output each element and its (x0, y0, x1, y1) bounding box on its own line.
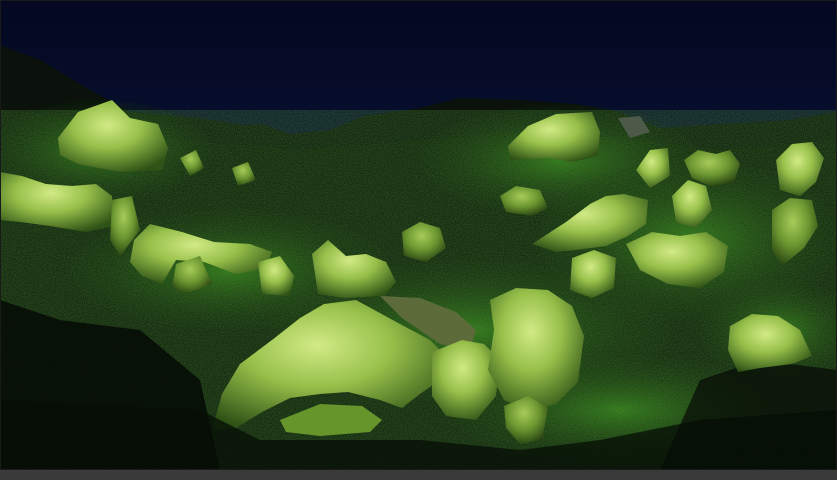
bottom-bar (0, 470, 837, 480)
night-hillside-scene (0, 0, 837, 480)
